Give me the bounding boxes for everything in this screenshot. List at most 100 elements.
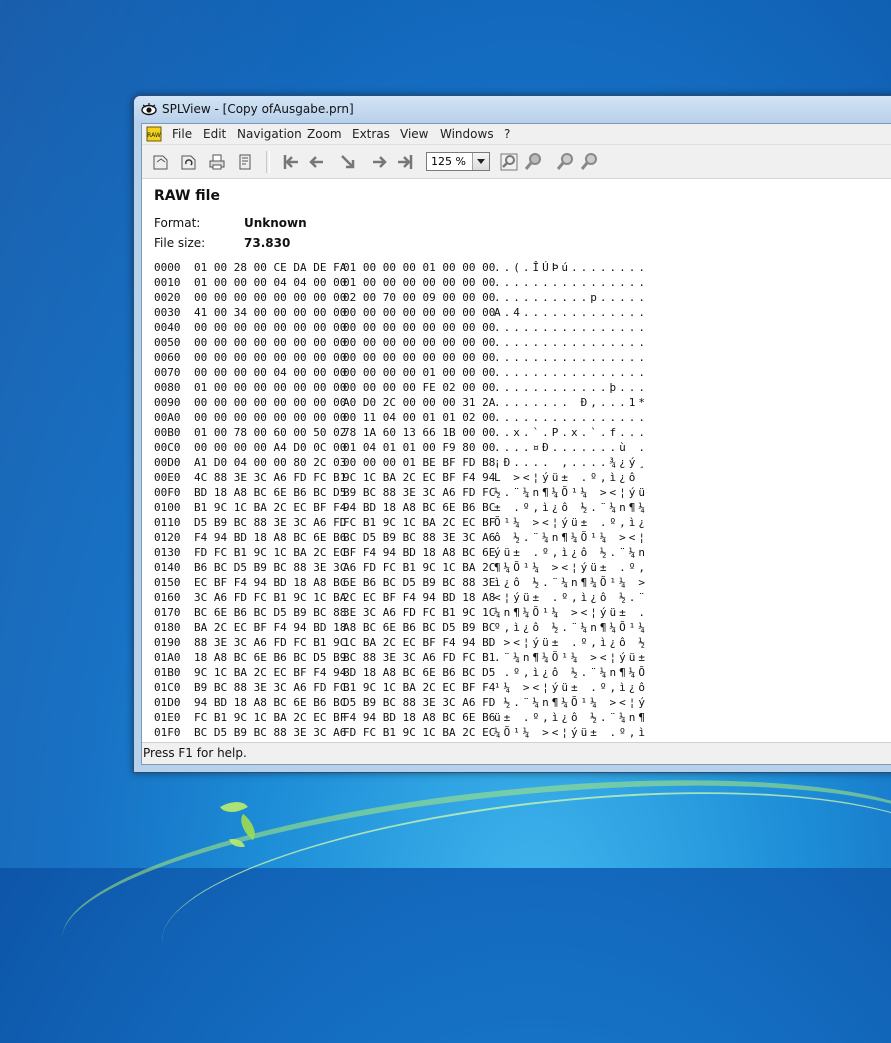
hex-bytes-high: 00 00 00 00 00 00 00 00 xyxy=(343,336,496,349)
print-icon xyxy=(209,154,225,170)
reload-button[interactable] xyxy=(178,151,200,173)
hex-ascii: ................ xyxy=(494,366,648,379)
hex-offset: 01F0 xyxy=(154,726,181,739)
hex-offset: 0180 xyxy=(154,621,181,634)
hex-row: 01F0 BC D5 B9 BC 88 3E 3C A6 FD FC B1 9C 1… xyxy=(154,725,648,740)
hex-bytes-low: 41 00 34 00 00 00 00 00 xyxy=(194,306,347,319)
hex-offset: 01B0 xyxy=(154,666,181,679)
window-title: SPLView - [Copy ofAusgabe.prn] xyxy=(162,102,354,116)
open-button[interactable] xyxy=(150,151,172,173)
hex-offset: 0040 xyxy=(154,321,181,334)
next-page-button[interactable] xyxy=(369,151,391,173)
hex-row: 0100 B1 9C 1C BA 2C EC BF F4 94 BD 18 A8 B… xyxy=(154,500,648,515)
hex-row: 0000 01 00 28 00 CE DA DE FA 01 00 00 00 0… xyxy=(154,260,648,275)
hex-bytes-high: 01 00 00 00 01 00 00 00 xyxy=(343,261,496,274)
hex-bytes-high: 01 00 00 00 00 00 00 00 xyxy=(343,276,496,289)
hex-row: 01C0 B9 BC 88 3E 3C A6 FD FC B1 9C 1C BA 2… xyxy=(154,680,648,695)
hex-bytes-low: 01 00 78 00 60 00 50 02 xyxy=(194,426,347,439)
file-size-label: File size: xyxy=(154,236,206,250)
hex-ascii: ............þ... xyxy=(494,381,648,394)
raw-file-view[interactable]: RAW file Format: Unknown File size: 73.8… xyxy=(142,179,891,742)
menu-edit[interactable]: Edit xyxy=(203,127,226,141)
hex-offset: 00E0 xyxy=(154,471,181,484)
hex-ascii: .º,ì¿ô ½.¨¼n¶¼Õ xyxy=(494,666,648,679)
hex-offset: 00A0 xyxy=(154,411,181,424)
hex-bytes-high: 00 00 00 00 00 00 00 00 xyxy=(343,351,496,364)
hex-bytes-low: 00 00 00 00 04 00 00 00 xyxy=(194,366,347,379)
hex-row: 00F0 BD 18 A8 BC 6E B6 BC D5 B9 BC 88 3E 3… xyxy=(154,485,648,500)
menu-windows[interactable]: Windows xyxy=(440,127,494,141)
title-bar[interactable]: SPLView - [Copy ofAusgabe.prn] xyxy=(134,96,891,123)
open-icon xyxy=(153,155,168,170)
hex-bytes-high: 2C EC BF F4 94 BD 18 A8 xyxy=(343,591,496,604)
zoom-fit-button[interactable] xyxy=(522,151,544,173)
hex-bytes-high: 00 11 04 00 01 01 02 00 xyxy=(343,411,496,424)
first-page-button[interactable] xyxy=(280,151,302,173)
hex-bytes-high: FC B1 9C 1C BA 2C EC BF xyxy=(343,516,496,529)
menu-navigation[interactable]: Navigation xyxy=(237,127,302,141)
hex-row: 0020 00 00 00 00 00 00 00 00 02 00 70 00 0… xyxy=(154,290,648,305)
hex-ascii: ................ xyxy=(494,411,648,424)
hex-bytes-low: 00 00 00 00 00 00 00 00 xyxy=(194,411,347,424)
hex-row: 0180 BA 2C EC BF F4 94 BD 18 A8 BC 6E B6 B… xyxy=(154,620,648,635)
zoom-dropdown-button[interactable] xyxy=(472,153,489,170)
print-button[interactable] xyxy=(206,151,228,173)
hex-row: 0160 3C A6 FD FC B1 9C 1C BA 2C EC BF F4 9… xyxy=(154,590,648,605)
hex-row: 0010 01 00 00 00 04 04 00 00 01 00 00 00 0… xyxy=(154,275,648,290)
zoom-window-button[interactable] xyxy=(498,151,520,173)
hex-bytes-high: 02 00 70 00 09 00 00 00 xyxy=(343,291,496,304)
menu-help[interactable]: ? xyxy=(504,127,510,141)
hex-bytes-low: 00 00 00 00 00 00 00 00 xyxy=(194,321,347,334)
hex-bytes-low: 3C A6 FD FC B1 9C 1C BA xyxy=(194,591,347,604)
hex-ascii: ¶¼Õ¹¼ ><¦ýü± .º, xyxy=(494,561,648,574)
menu-file[interactable]: File xyxy=(172,127,192,141)
goto-page-button[interactable] xyxy=(337,151,359,173)
hex-row: 00A0 00 00 00 00 00 00 00 00 00 11 04 00 0… xyxy=(154,410,648,425)
toolbar-separator xyxy=(266,151,270,173)
svg-text:RAW: RAW xyxy=(147,132,161,139)
zoom-value: 125 % xyxy=(431,155,466,168)
hex-bytes-low: 00 00 00 00 A4 D0 0C 00 xyxy=(194,441,347,454)
hex-ascii: ><¦ýü± .º,ì¿ô ½ xyxy=(494,636,648,649)
hex-offset: 0070 xyxy=(154,366,181,379)
hex-ascii: ....¤Ð.......ù . xyxy=(494,441,648,454)
hex-ascii: ô ½.¨¼n¶¼Õ¹¼ ><¦ xyxy=(494,531,648,544)
zoom-in-button[interactable] xyxy=(554,151,576,173)
hex-ascii: A.4............. xyxy=(494,306,648,319)
hex-bytes-low: D5 B9 BC 88 3E 3C A6 FD xyxy=(194,516,347,529)
splview-window: SPLView - [Copy ofAusgabe.prn] RAW File … xyxy=(133,95,891,773)
hex-bytes-low: 00 00 00 00 00 00 00 00 xyxy=(194,336,347,349)
hex-bytes-high: 78 1A 60 13 66 1B 00 00 xyxy=(343,426,496,439)
hex-row: 0120 F4 94 BD 18 A8 BC 6E B6 BC D5 B9 BC 8… xyxy=(154,530,648,545)
hex-bytes-low: F4 94 BD 18 A8 BC 6E B6 xyxy=(194,531,347,544)
hex-row: 00D0 A1 D0 04 00 00 80 2C 03 00 00 00 01 B… xyxy=(154,455,648,470)
hex-bytes-high: 00 00 00 00 01 00 00 00 xyxy=(343,366,496,379)
format-label: Format: xyxy=(154,216,201,230)
menu-view[interactable]: View xyxy=(400,127,428,141)
hex-ascii: ½.¨¼n¶¼Õ¹¼ ><¦ýü xyxy=(494,486,648,499)
previous-page-button[interactable] xyxy=(305,151,327,173)
hex-row: 0030 41 00 34 00 00 00 00 00 00 00 00 00 0… xyxy=(154,305,648,320)
hex-ascii: <¦ýü± .º,ì¿ô ½.¨ xyxy=(494,591,648,604)
hex-offset: 0030 xyxy=(154,306,181,319)
hex-offset: 0060 xyxy=(154,351,181,364)
hex-bytes-low: 01 00 00 00 04 04 00 00 xyxy=(194,276,347,289)
hex-bytes-low: 9C 1C BA 2C EC BF F4 94 xyxy=(194,666,347,679)
hex-offset: 00D0 xyxy=(154,456,181,469)
menu-extras[interactable]: Extras xyxy=(352,127,390,141)
hex-row: 0190 88 3E 3C A6 FD FC B1 9C 1C BA 2C EC B… xyxy=(154,635,648,650)
hex-offset: 0110 xyxy=(154,516,181,529)
hex-offset: 0100 xyxy=(154,501,181,514)
properties-button[interactable] xyxy=(234,151,256,173)
menu-zoom[interactable]: Zoom xyxy=(307,127,342,141)
hex-ascii: ........ Ð,...1* xyxy=(494,396,648,409)
hex-ascii: º,ì¿ô ½.¨¼n¶¼Õ¹¼ xyxy=(494,621,648,634)
hex-bytes-low: 4C 88 3E 3C A6 FD FC B1 xyxy=(194,471,347,484)
zoom-in-icon xyxy=(556,153,573,170)
last-page-button[interactable] xyxy=(394,151,416,173)
zoom-out-button[interactable] xyxy=(578,151,600,173)
hex-ascii: ü± .º,ì¿ô ½.¨¼n¶ xyxy=(494,711,648,724)
hex-offset: 0170 xyxy=(154,606,181,619)
hex-offset: 00C0 xyxy=(154,441,181,454)
zoom-select[interactable]: 125 % xyxy=(426,152,490,171)
